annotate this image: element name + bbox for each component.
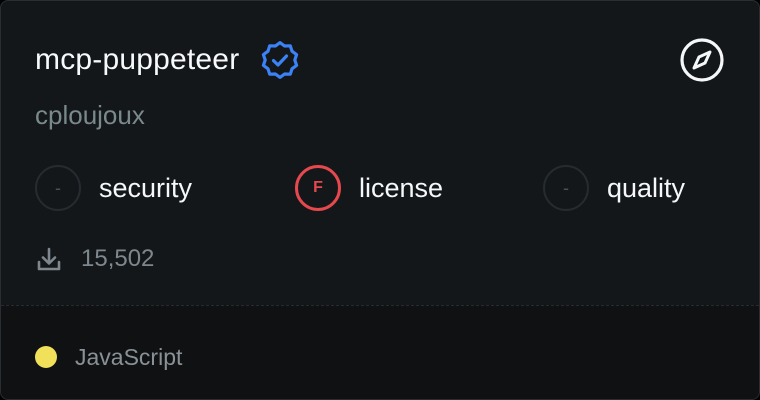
license-grade-badge: F	[295, 165, 341, 211]
language-name: JavaScript	[75, 344, 183, 370]
server-name[interactable]: mcp-puppeteer	[35, 39, 239, 81]
score-quality[interactable]: - quality	[543, 165, 685, 211]
downloads-stat: 15,502	[35, 243, 154, 275]
security-grade-badge: -	[35, 165, 81, 211]
license-label: license	[359, 173, 444, 203]
download-count: 15,502	[81, 245, 155, 272]
verified-badge-icon	[262, 40, 299, 79]
score-license[interactable]: F license	[295, 165, 443, 211]
language-color-dot	[35, 346, 57, 368]
quality-grade-badge: -	[543, 165, 589, 211]
card-footer: JavaScript	[1, 305, 759, 399]
title-row: mcp-puppeteer	[35, 37, 303, 83]
score-list: - security F license - quality	[35, 165, 727, 213]
download-icon	[37, 247, 61, 271]
quality-label: quality	[607, 173, 686, 203]
author-name[interactable]: cploujoux	[35, 97, 145, 133]
compass-icon[interactable]	[679, 37, 725, 83]
security-label: security	[99, 173, 193, 203]
score-security[interactable]: - security	[35, 165, 192, 211]
server-card[interactable]: mcp-puppeteer cploujoux - security F lic…	[0, 0, 760, 400]
language-tag: JavaScript	[35, 342, 182, 372]
